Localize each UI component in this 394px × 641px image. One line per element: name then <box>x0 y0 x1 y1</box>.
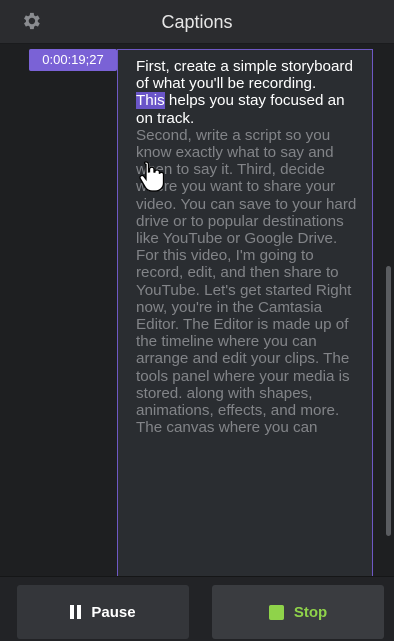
caption-timestamp[interactable]: 0:00:19;27 <box>29 49 117 71</box>
pause-icon <box>70 605 82 619</box>
caption-text[interactable]: First, create a simple storyboard of wha… <box>136 58 360 436</box>
panel-title: Captions <box>161 12 233 32</box>
caption-upcoming-text: Second, write a script so you know exact… <box>136 126 357 437</box>
stop-label: Stop <box>293 603 328 621</box>
caption-list: 0:00:19;27 First, create a simple storyb… <box>0 44 394 576</box>
scrollbar-thumb[interactable] <box>386 266 391 536</box>
panel-header: Captions <box>0 0 394 44</box>
caption-active-text-2: helps you stay focused an on track. <box>136 92 345 127</box>
captions-panel: Captions 0:00:19;27 First, create a simp… <box>0 0 394 641</box>
stop-button[interactable]: Stop <box>212 585 384 639</box>
caption-editor[interactable]: First, create a simple storyboard of wha… <box>117 49 373 576</box>
caption-active-text: First, create a simple storyboard of wha… <box>136 58 353 93</box>
pause-label: Pause <box>91 603 136 621</box>
stop-icon <box>268 604 284 620</box>
playback-controls: Pause Stop <box>0 576 394 641</box>
caption-selected-word[interactable]: This <box>136 92 165 110</box>
pause-button[interactable]: Pause <box>17 585 189 639</box>
